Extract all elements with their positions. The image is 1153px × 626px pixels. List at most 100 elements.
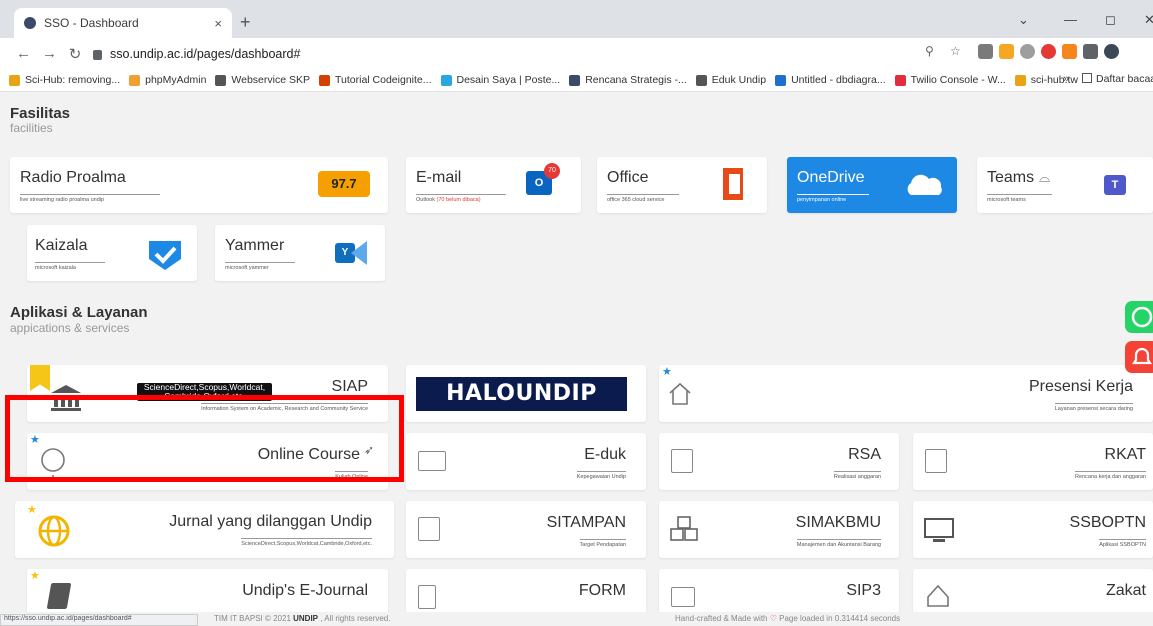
tab-title: SSO - Dashboard: [44, 16, 139, 30]
globe-icon: [38, 515, 70, 547]
heart-icon: ♡: [769, 614, 777, 623]
bookmark-item[interactable]: Webservice SKP: [215, 74, 310, 86]
card-radio-proalma[interactable]: Radio Proalma live streaming radio proal…: [10, 157, 388, 213]
bookmarks-overflow-icon[interactable]: »: [1063, 73, 1069, 85]
kaizala-icon: [149, 241, 181, 270]
profile-avatar[interactable]: [1104, 44, 1119, 59]
bookmark-favicon-icon: [894, 74, 906, 86]
office-icon: [723, 168, 743, 200]
metamask-extension-icon[interactable]: [1062, 44, 1077, 59]
site-favicon-icon: [24, 17, 36, 29]
radio-extension-icon[interactable]: [1020, 44, 1035, 59]
bookmark-item[interactable]: Desain Saya | Poste...: [440, 74, 560, 86]
bookmark-item[interactable]: Eduk Undip: [695, 74, 766, 86]
card-subtitle: Realisasi anggaran: [833, 471, 881, 480]
bookmark-favicon-icon: [775, 74, 787, 86]
card-subtitle: Aplikasi SSBOPTN: [1099, 539, 1146, 548]
bookmarks-bar: Sci-Hub: removing... phpMyAdmin Webservice…: [0, 69, 1153, 92]
file-icon: [418, 585, 436, 609]
unread-note: (70 belum dibaca): [436, 197, 481, 203]
adblock-extension-icon[interactable]: [1041, 44, 1056, 59]
bookmark-label: sci-hub.tw: [1030, 74, 1079, 86]
bookmark-favicon-icon: [440, 74, 452, 86]
close-window-icon[interactable]: ✕: [1144, 12, 1153, 28]
reload-icon[interactable]: ↻: [68, 45, 82, 63]
teams-icon: T: [1104, 175, 1126, 195]
bookmark-label: Untitled - dbdiagra...: [791, 74, 886, 86]
card-email[interactable]: E-mail Outlook (70 belum dibaca) O 70: [406, 157, 581, 213]
book-icon: [46, 583, 72, 609]
camera-extension-icon[interactable]: [978, 44, 993, 59]
card-ssboptn[interactable]: SSBOPTN Aplikasi SSBOPTN: [913, 501, 1153, 558]
card-eduk[interactable]: E-duk Kepegawaian Undip: [406, 433, 646, 490]
extensions-puzzle-icon[interactable]: [1083, 44, 1098, 59]
footer-credits: Hand-crafted & Made with ♡ Page loaded i…: [675, 614, 900, 623]
card-title: SIMAKBMU: [795, 514, 881, 531]
bookmark-label: Webservice SKP: [231, 74, 310, 86]
card-teams[interactable]: Teams ⌓ microsoft teams T: [977, 157, 1153, 213]
maximize-icon[interactable]: ◻: [1105, 12, 1116, 28]
card-office[interactable]: Office office 365 cloud service: [597, 157, 767, 213]
bookmark-label: Sci-Hub: removing...: [25, 74, 121, 86]
card-simakbmu[interactable]: SIMAKBMU Manajemen dan Akuntansi Barang: [659, 501, 899, 558]
card-title: RSA: [848, 446, 881, 463]
bookmark-item[interactable]: Tutorial Codeignite...: [319, 74, 432, 86]
new-tab-button[interactable]: +: [240, 12, 251, 33]
back-icon[interactable]: ←: [16, 45, 31, 62]
document-icon: [418, 517, 440, 541]
zoom-icon[interactable]: ⚲: [925, 44, 940, 59]
bookmark-item[interactable]: phpMyAdmin: [129, 74, 206, 86]
minimize-icon[interactable]: —: [1064, 12, 1077, 27]
document-icon: [671, 449, 693, 473]
card-subtitle: office 365 cloud service: [607, 194, 679, 203]
tab-search-icon[interactable]: ⌄: [1018, 12, 1029, 28]
card-rsa[interactable]: RSA Realisasi anggaran: [659, 433, 899, 490]
card-jurnal-undip[interactable]: ★ Jurnal yang dilanggan Undip ScienceDir…: [15, 501, 394, 558]
card-title: SIAP: [331, 378, 368, 395]
card-sitampan[interactable]: SITAMPAN Target Pendapatan: [406, 501, 646, 558]
browser-tab[interactable]: SSO - Dashboard ×: [14, 8, 232, 38]
bookmark-item[interactable]: Twilio Console - W...: [894, 74, 1006, 86]
card-yammer[interactable]: Yammer microsoft yammer Y: [215, 225, 385, 281]
footer-copyright: TIM IT BAPSI © 2021 UNDIP , All rights r…: [214, 614, 390, 623]
address-bar[interactable]: sso.undip.ac.id/pages/dashboard#: [93, 42, 953, 65]
card-subtitle: microsoft yammer: [225, 262, 295, 271]
id-card-icon: [418, 451, 446, 471]
bookmark-item[interactable]: Rencana Strategis -...: [569, 74, 687, 86]
bookmark-label: phpMyAdmin: [145, 74, 207, 86]
card-title: Radio Proalma: [20, 169, 126, 186]
sc-extension-icon[interactable]: [999, 44, 1014, 59]
cloud-icon: [907, 174, 942, 195]
reading-list-button[interactable]: Daftar bacaan: [1082, 73, 1153, 85]
bookmark-item[interactable]: Sci-Hub: removing...: [9, 74, 120, 86]
bookmark-item[interactable]: Untitled - dbdiagra...: [775, 74, 886, 86]
card-rkat[interactable]: RKAT Rencana kerja dan anggaran: [913, 433, 1153, 490]
bookmark-favicon-icon: [569, 74, 581, 86]
card-onedrive[interactable]: OneDrive penyimpanan online: [787, 157, 957, 213]
card-subtitle: microsoft teams: [987, 194, 1052, 203]
card-presensi-kerja[interactable]: ★ Presensi Kerja Layanan presensi secara…: [659, 365, 1153, 422]
bookmark-star-icon[interactable]: ☆: [950, 44, 965, 59]
card-subtitle: Manajemen dan Akuntansi Barang: [796, 539, 881, 548]
whatsapp-icon: [1131, 306, 1153, 328]
document-icon: [925, 449, 947, 473]
notification-button[interactable]: [1125, 341, 1153, 373]
address-url: sso.undip.ac.id/pages/dashboard#: [110, 46, 301, 61]
card-title: RKAT: [1104, 446, 1146, 463]
card-title: Undip's E-Journal: [242, 582, 368, 599]
card-title: SIP3: [846, 582, 881, 599]
card-kaizala[interactable]: Kaizala microsoft kaizala: [27, 225, 197, 281]
radio-logo-icon: 97.7: [318, 171, 370, 197]
card-subtitle: Outlook (70 belum dibaca): [416, 194, 506, 203]
tab-close-icon[interactable]: ×: [214, 16, 222, 31]
card-title: E-duk: [584, 446, 626, 463]
yammer-wave-icon: [351, 241, 367, 265]
card-haloundip[interactable]: HALOUNDIP: [406, 365, 646, 422]
haloundip-logo: HALOUNDIP: [416, 377, 627, 411]
card-subtitle: Target Pendapatan: [579, 539, 626, 548]
facilities-title: Fasilitas: [10, 105, 71, 122]
reading-list-label: Daftar bacaan: [1096, 73, 1153, 85]
whatsapp-button[interactable]: [1125, 301, 1153, 333]
forward-icon[interactable]: →: [42, 45, 57, 62]
footer-made-with: Hand-crafted & Made with: [675, 614, 768, 623]
